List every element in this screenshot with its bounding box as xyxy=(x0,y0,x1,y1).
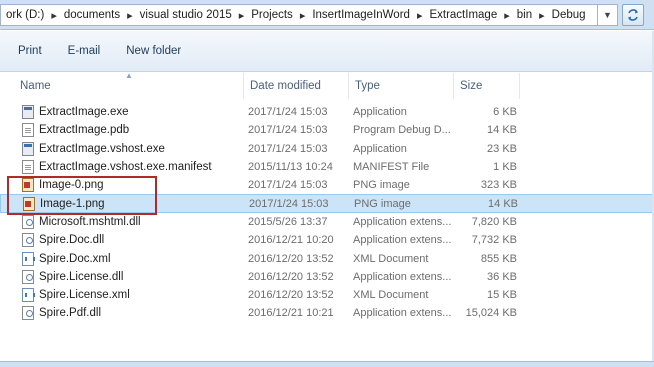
file-date: 2017/1/24 15:03 xyxy=(248,106,328,119)
file-row[interactable]: Spire.Doc.xml 2016/12/20 13:52 XML Docum… xyxy=(0,249,654,267)
chevron-right-icon[interactable]: ▸ xyxy=(123,9,137,22)
new-folder-button[interactable]: New folder xyxy=(117,41,190,61)
column-header-name[interactable]: Name ▲ xyxy=(0,71,244,99)
file-size: 14 KB xyxy=(487,124,517,137)
refresh-button[interactable] xyxy=(622,4,644,26)
file-date: 2016/12/20 13:52 xyxy=(248,270,334,283)
file-row[interactable]: Spire.Pdf.dll 2016/12/21 10:21 Applicati… xyxy=(0,304,654,322)
file-size: 36 KB xyxy=(487,270,517,283)
file-size: 7,820 KB xyxy=(471,215,517,228)
file-row[interactable]: ExtractImage.vshost.exe 2017/1/24 15:03 … xyxy=(0,140,654,158)
highlight-box xyxy=(7,176,157,215)
refresh-icon xyxy=(628,9,638,21)
file-type: Application extens... xyxy=(353,307,452,320)
file-name: Spire.Pdf.dll xyxy=(39,307,102,320)
file-row[interactable]: Spire.License.xml 2016/12/20 13:52 XML D… xyxy=(0,286,654,304)
file-type: XML Document xyxy=(353,289,429,302)
file-date: 2016/12/21 10:20 xyxy=(248,234,334,247)
file-name: Microsoft.mshtml.dll xyxy=(39,215,141,228)
file-name: ExtractImage.vshost.exe.manifest xyxy=(39,161,212,174)
file-size: 7,732 KB xyxy=(471,234,517,247)
breadcrumb-visual-studio[interactable]: visual studio 2015 ▸ xyxy=(137,5,249,25)
file-type: Application extens... xyxy=(353,234,452,247)
chevron-right-icon[interactable]: ▸ xyxy=(413,9,427,22)
print-button[interactable]: Print xyxy=(9,41,51,61)
breadcrumb-insertimageinword[interactable]: InsertImageInWord ▸ xyxy=(309,5,426,25)
file-name: ExtractImage.pdb xyxy=(39,124,130,137)
breadcrumb-documents[interactable]: documents ▸ xyxy=(61,5,137,25)
breadcrumb-drive[interactable]: ork (D:) ▸ xyxy=(3,5,61,25)
file-name: Spire.License.dll xyxy=(39,270,124,283)
address-bar-area: ork (D:) ▸ documents ▸ visual studio 2015 ▸… xyxy=(0,0,654,30)
xml-icon xyxy=(22,251,35,266)
chevron-right-icon[interactable]: ▸ xyxy=(296,9,310,22)
dll-icon xyxy=(22,214,34,229)
address-history-dropdown[interactable]: ▼ xyxy=(598,4,618,26)
column-header-row: Name ▲ Date modified Type Size xyxy=(0,71,654,99)
file-date: 2016/12/20 13:52 xyxy=(248,289,334,302)
chevron-down-icon: ▼ xyxy=(603,10,612,20)
file-name: ExtractImage.vshost.exe xyxy=(39,142,165,155)
file-row[interactable]: Microsoft.mshtml.dll 2015/5/26 13:37 App… xyxy=(0,213,654,231)
exe-icon xyxy=(22,105,34,120)
manifest-icon xyxy=(22,160,34,175)
dll-icon xyxy=(22,306,34,321)
file-row[interactable]: ExtractImage.pdb 2017/1/24 15:03 Program… xyxy=(0,121,654,139)
file-date: 2016/12/20 13:52 xyxy=(248,252,334,265)
file-type: XML Document xyxy=(353,252,429,265)
file-row[interactable]: ExtractImage.exe 2017/1/24 15:03 Applica… xyxy=(0,103,654,121)
file-type: PNG image xyxy=(353,179,410,192)
pdb-icon xyxy=(22,123,34,138)
dll-icon xyxy=(22,233,34,248)
file-name: Spire.Doc.dll xyxy=(39,234,105,247)
file-size: 14 KB xyxy=(488,197,518,210)
breadcrumb-bin[interactable]: bin ▸ xyxy=(514,5,549,25)
window-bottom-border xyxy=(0,361,654,367)
file-size: 15 KB xyxy=(487,289,517,302)
chevron-right-icon[interactable]: ▸ xyxy=(47,9,61,22)
file-name: Spire.License.xml xyxy=(39,289,130,302)
file-type: Application xyxy=(353,142,407,155)
file-type: Application xyxy=(353,106,407,119)
sort-ascending-icon: ▲ xyxy=(125,71,133,80)
file-name: ExtractImage.exe xyxy=(39,106,129,119)
file-date: 2017/1/24 15:03 xyxy=(248,179,328,192)
breadcrumb-debug[interactable]: Debug xyxy=(549,5,589,25)
file-type: Program Debug D... xyxy=(353,124,451,137)
file-row[interactable]: Spire.Doc.dll 2016/12/21 10:20 Applicati… xyxy=(0,231,654,249)
file-row[interactable]: Spire.License.dll 2016/12/20 13:52 Appli… xyxy=(0,268,654,286)
file-date: 2017/1/24 15:03 xyxy=(249,197,329,210)
file-type: PNG image xyxy=(354,197,411,210)
xml-icon xyxy=(22,288,35,303)
chevron-right-icon[interactable]: ▸ xyxy=(500,9,514,22)
file-type: MANIFEST File xyxy=(353,161,430,174)
file-row[interactable]: ExtractImage.vshost.exe.manifest 2015/11… xyxy=(0,158,654,176)
file-type: Application extens... xyxy=(353,215,452,228)
dll-icon xyxy=(22,269,34,284)
file-size: 6 KB xyxy=(493,106,517,119)
file-size: 855 KB xyxy=(480,252,517,265)
file-date: 2015/11/13 10:24 xyxy=(248,161,333,174)
chevron-right-icon[interactable]: ▸ xyxy=(535,9,549,22)
file-date: 2016/12/21 10:21 xyxy=(248,307,334,320)
file-date: 2015/5/26 13:37 xyxy=(248,215,328,228)
file-type: Application extens... xyxy=(353,270,452,283)
address-bar[interactable]: ork (D:) ▸ documents ▸ visual studio 2015 ▸… xyxy=(0,4,598,26)
file-date: 2017/1/24 15:03 xyxy=(248,142,328,155)
file-name: Spire.Doc.xml xyxy=(39,252,111,265)
breadcrumb-projects[interactable]: Projects ▸ xyxy=(248,5,309,25)
column-header-date[interactable]: Date modified xyxy=(244,73,349,99)
command-toolbar: Print E-mail New folder xyxy=(0,31,654,72)
column-header-size[interactable]: Size xyxy=(454,73,520,99)
file-size: 23 KB xyxy=(487,142,517,155)
file-size: 1 KB xyxy=(493,161,517,174)
chevron-right-icon[interactable]: ▸ xyxy=(235,9,249,22)
file-date: 2017/1/24 15:03 xyxy=(248,124,328,137)
file-size: 15,024 KB xyxy=(465,307,517,320)
exe-icon xyxy=(22,141,34,156)
file-size: 323 KB xyxy=(480,179,517,192)
email-button[interactable]: E-mail xyxy=(59,41,110,61)
column-header-type[interactable]: Type xyxy=(349,73,454,99)
breadcrumb-extractimage[interactable]: ExtractImage ▸ xyxy=(426,5,513,25)
